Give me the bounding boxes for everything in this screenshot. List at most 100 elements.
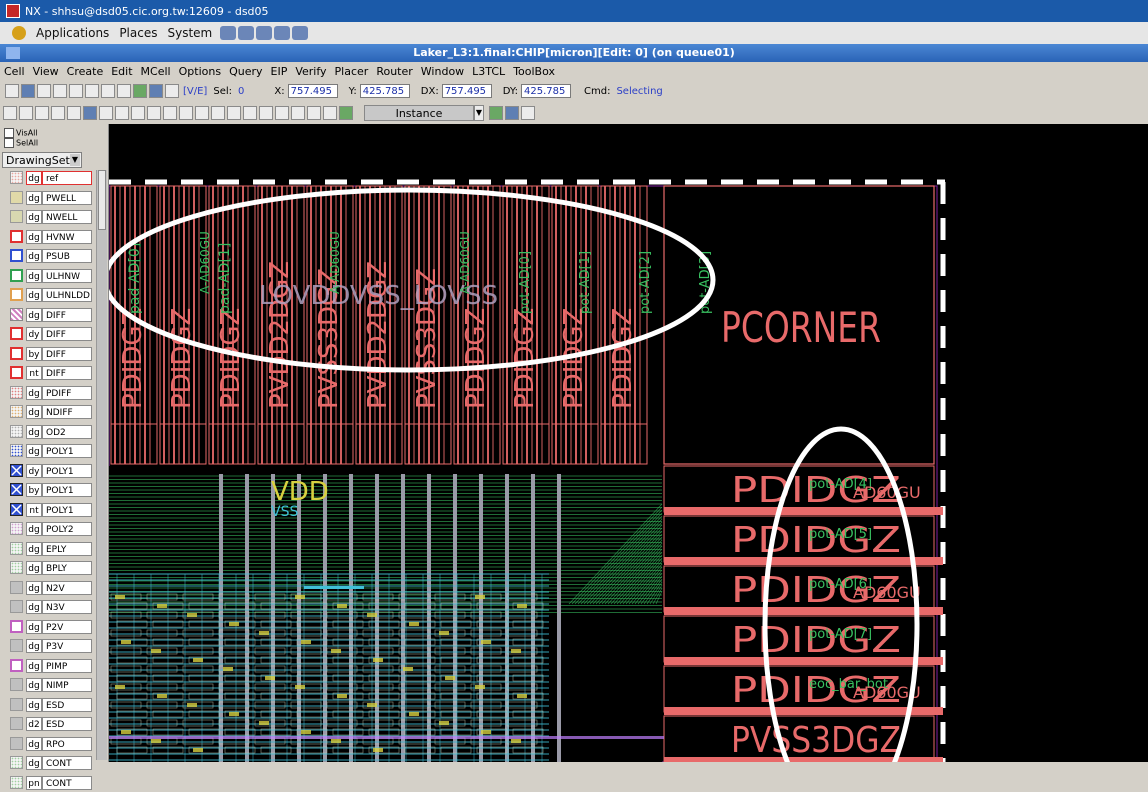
open-icon[interactable]: [5, 84, 19, 98]
menu-mcell[interactable]: MCell: [137, 65, 175, 78]
layer-row-dg-cont[interactable]: dg CONT: [10, 755, 94, 772]
layer-row-dg-ndiff[interactable]: dg NDIFF: [10, 404, 94, 421]
menu-system[interactable]: System: [167, 26, 212, 40]
layer-swatch-icon[interactable]: [10, 736, 23, 750]
zoom-out-icon[interactable]: [101, 84, 115, 98]
layer-row-dg-poly2[interactable]: dg POLY2: [10, 521, 94, 538]
highlight-tool-icon[interactable]: [339, 106, 353, 120]
layer-swatch-icon[interactable]: [10, 190, 23, 204]
layer-row-dg-p2v[interactable]: dg P2V: [10, 619, 94, 636]
inst-tool-icon[interactable]: [67, 106, 81, 120]
layer-swatch-icon[interactable]: [10, 405, 23, 418]
merge-tool-icon[interactable]: [163, 106, 177, 120]
menu-toolbox[interactable]: ToolBox: [509, 65, 559, 78]
align-tool-icon[interactable]: [211, 106, 225, 120]
layer-swatch-icon[interactable]: [10, 288, 23, 301]
menu-places[interactable]: Places: [119, 26, 157, 40]
cell-view-icon[interactable]: [505, 106, 519, 120]
layer-swatch-icon[interactable]: [10, 463, 23, 477]
scrollbar-thumb[interactable]: [98, 170, 106, 230]
layout-view[interactable]: PDIDGZ PDIDGZ PDIDGZ PVDD2DGZ PVSS3DGZ PVDD2D…: [109, 124, 1148, 762]
flip-tool-icon[interactable]: [147, 106, 161, 120]
rect-tool-icon[interactable]: [3, 106, 17, 120]
menu-query[interactable]: Query: [225, 65, 266, 78]
menu-create[interactable]: Create: [63, 65, 108, 78]
layer-swatch-icon[interactable]: [10, 678, 23, 691]
text-tool-icon[interactable]: [51, 106, 65, 120]
pen-tool-icon[interactable]: [275, 106, 289, 120]
zoom-fit-icon[interactable]: [117, 84, 131, 98]
launcher-mail-icon[interactable]: [238, 26, 255, 40]
layer-row-dg-ulhnw[interactable]: dg ULHNW: [10, 268, 94, 285]
hierarchy-icon[interactable]: [165, 84, 179, 98]
layer-row-dg-poly1[interactable]: dg POLY1: [10, 443, 94, 460]
rotate-tool-icon[interactable]: [131, 106, 145, 120]
selall-checkbox[interactable]: [4, 138, 14, 148]
dy-field[interactable]: 425.785: [521, 84, 571, 98]
layer-swatch-icon[interactable]: [10, 171, 23, 184]
layer-row-dg-eply[interactable]: dg EPLY: [10, 541, 94, 558]
layer-row-dg-ref[interactable]: dg ref: [10, 170, 94, 187]
layer-row-nt-diff[interactable]: nt DIFF: [10, 365, 94, 382]
layer-swatch-icon[interactable]: [10, 307, 23, 321]
instance-dropdown-icon[interactable]: ▼: [474, 105, 484, 121]
layer-swatch-icon[interactable]: [10, 580, 23, 594]
view-edit-mode[interactable]: [V/E]: [183, 86, 207, 97]
layout-canvas[interactable]: PDIDGZ PDIDGZ PDIDGZ PVDD2DGZ PVSS3DGZ PVDD2D…: [109, 124, 1148, 762]
copy-tool-icon[interactable]: [99, 106, 113, 120]
layer-row-by-diff[interactable]: by DIFF: [10, 346, 94, 363]
layer-row-dg-n3v[interactable]: dg N3V: [10, 599, 94, 616]
visall-checkbox[interactable]: [4, 128, 14, 138]
layer-swatch-icon[interactable]: [10, 756, 23, 769]
layer-row-dg-bply[interactable]: dg BPLY: [10, 560, 94, 577]
layer-row-dg-n2v[interactable]: dg N2V: [10, 580, 94, 597]
layer-row-dg-diff[interactable]: dg DIFF: [10, 307, 94, 324]
layer-row-dg-nwell[interactable]: dg NWELL: [10, 209, 94, 226]
layer-swatch-icon[interactable]: [10, 502, 23, 516]
layer-row-dg-esd[interactable]: dg ESD: [10, 697, 94, 714]
layer-icon[interactable]: [149, 84, 163, 98]
binoculars-icon[interactable]: [323, 106, 337, 120]
option-view-icon[interactable]: [521, 106, 535, 120]
stretch-tool-icon[interactable]: [115, 106, 129, 120]
save-icon[interactable]: [21, 84, 35, 98]
layer-row-dg-od2[interactable]: dg OD2: [10, 424, 94, 441]
x-coordinate-field[interactable]: 757.495: [287, 84, 338, 98]
menu-l3tcl[interactable]: L3TCL: [468, 65, 509, 78]
layer-swatch-icon[interactable]: [10, 561, 23, 574]
layer-swatch-icon[interactable]: [10, 717, 23, 730]
undo-icon[interactable]: [53, 84, 67, 98]
launcher-people-icon[interactable]: [256, 26, 273, 40]
menu-options[interactable]: Options: [175, 65, 225, 78]
layer-view-icon[interactable]: [489, 106, 503, 120]
split-tool-icon[interactable]: [195, 106, 209, 120]
menu-verify[interactable]: Verify: [291, 65, 330, 78]
brush-tool-icon[interactable]: [291, 106, 305, 120]
instance-select[interactable]: Instance: [364, 105, 474, 121]
triangle-tool-icon[interactable]: [259, 106, 273, 120]
launcher-tool-icon[interactable]: [292, 26, 309, 40]
layer-swatch-icon[interactable]: [10, 229, 23, 243]
laker-window-icon[interactable]: [6, 47, 20, 59]
layer-row-dg-nimp[interactable]: dg NIMP: [10, 677, 94, 694]
polygon-tool-icon[interactable]: [19, 106, 33, 120]
layer-swatch-icon[interactable]: [10, 385, 23, 399]
layer-row-dg-pimp[interactable]: dg PIMP: [10, 658, 94, 675]
layer-swatch-icon[interactable]: [10, 424, 23, 438]
y-coordinate-field[interactable]: 425.785: [359, 84, 410, 98]
layer-row-d2-esd[interactable]: d2 ESD: [10, 716, 94, 733]
path-tool-icon[interactable]: [35, 106, 49, 120]
grid-icon[interactable]: [133, 84, 147, 98]
layer-swatch-icon[interactable]: [10, 639, 23, 652]
layer-row-dg-psub[interactable]: dg PSUB: [10, 248, 94, 265]
ruler-tool-icon[interactable]: [227, 106, 241, 120]
gnome-foot-icon[interactable]: [12, 26, 26, 40]
layer-row-nt-poly1[interactable]: nt POLY1: [10, 502, 94, 519]
zoom-in-icon[interactable]: [85, 84, 99, 98]
layer-row-dg-hvnw[interactable]: dg HVNW: [10, 229, 94, 246]
layer-row-by-poly1[interactable]: by POLY1: [10, 482, 94, 499]
menu-window[interactable]: Window: [417, 65, 468, 78]
layer-swatch-icon[interactable]: [10, 327, 23, 340]
layer-row-dg-pwell[interactable]: dg PWELL: [10, 190, 94, 207]
layer-row-pn-cont[interactable]: pn CONT: [10, 775, 94, 792]
